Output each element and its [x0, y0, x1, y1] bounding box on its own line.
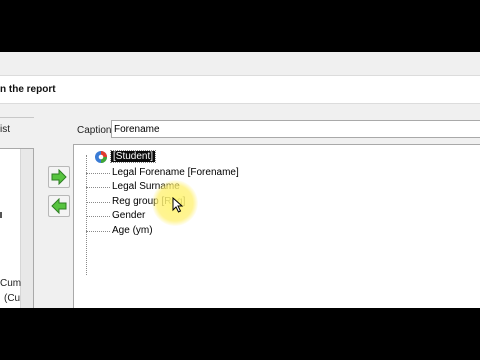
list-item[interactable]: (Cu [4, 293, 20, 304]
caption-label: Caption [77, 125, 112, 136]
tree-root-student[interactable]: [Student] [109, 150, 157, 163]
report-fields-tree[interactable]: [Student] Legal Forename [Forename] Lega… [73, 144, 480, 308]
list-item[interactable]: Cum [0, 278, 21, 289]
vertical-scrollbar[interactable] [20, 149, 33, 308]
tree-connector [86, 202, 110, 203]
right-arrow-icon [51, 169, 67, 185]
tree-connector [86, 173, 110, 174]
divider [0, 117, 34, 118]
list-item-marker [0, 212, 2, 218]
student-entity-icon [95, 151, 107, 163]
caption-input[interactable] [111, 120, 480, 138]
remove-field-button[interactable] [48, 195, 70, 217]
add-field-button[interactable] [48, 166, 70, 188]
tree-item-gender[interactable]: Gender [112, 210, 145, 221]
tree-item-legal-forename[interactable]: Legal Forename [Forename] [112, 167, 239, 178]
left-arrow-icon [51, 198, 67, 214]
report-designer-window: n the report ist Cum (Cu Caption [Studen… [0, 52, 480, 308]
field-list-label: ist [0, 124, 10, 135]
mouse-pointer-icon [172, 197, 184, 213]
dialog-title-bar: n the report [0, 75, 480, 104]
tree-item-age[interactable]: Age (ym) [112, 225, 153, 236]
tree-connector [86, 231, 110, 232]
tree-connector [86, 187, 110, 188]
tree-connector [86, 216, 110, 217]
dialog-title: n the report [0, 84, 56, 95]
